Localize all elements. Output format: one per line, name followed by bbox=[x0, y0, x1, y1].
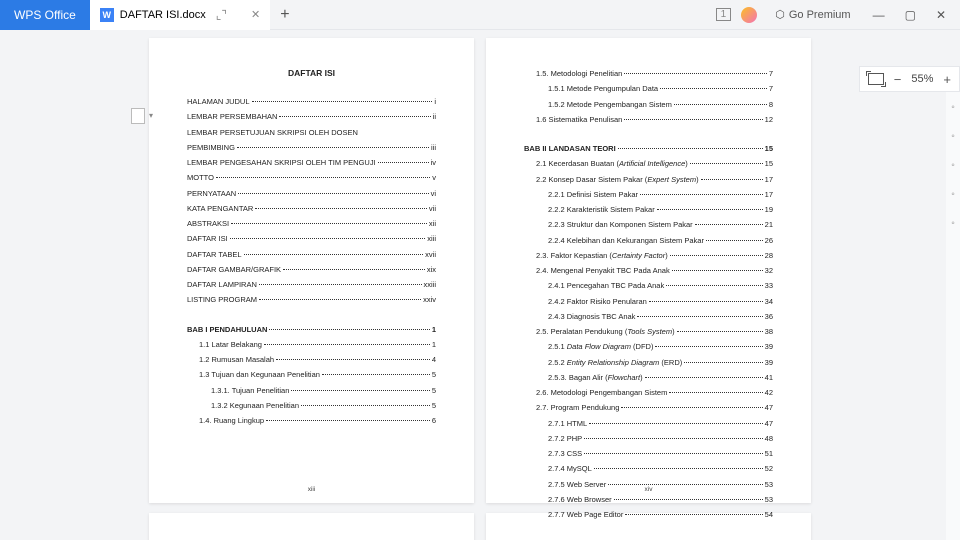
tab-wps-home[interactable]: WPS Office bbox=[0, 0, 90, 30]
toc-line: LEMBAR PERSEMBAHANii bbox=[187, 111, 436, 122]
page-xv-stub bbox=[149, 513, 474, 540]
toc-bab1-items: 1.1 Latar Belakang1 1.2 Rumusan Masalah4 1… bbox=[187, 339, 436, 427]
page-outline-icon[interactable] bbox=[131, 108, 145, 124]
toc-line: 1.3.1. Tujuan Penelitian5 bbox=[187, 385, 436, 396]
toc-line: 2.4.2 Faktor Risiko Penularan34 bbox=[524, 296, 773, 307]
toc-line: 2.2.2 Karakteristik Sistem Pakar19 bbox=[524, 204, 773, 215]
page-xiv: 1.5. Metodologi Penelitian7 1.5.1 Metode … bbox=[486, 38, 811, 503]
toc-line: PERNYATAANvi bbox=[187, 188, 436, 199]
toc-line: 2.5. Peralatan Pendukung (Tools System)3… bbox=[524, 326, 773, 337]
page-number: xiii bbox=[149, 486, 474, 493]
toc-line: 2.2.1 Definisi Sistem Pakar17 bbox=[524, 189, 773, 200]
crown-icon: ⬡ bbox=[775, 8, 785, 21]
toc-line: 1.4. Ruang Lingkup6 bbox=[187, 415, 436, 426]
toc-top-continue: 1.5. Metodologi Penelitian7 1.5.1 Metode … bbox=[524, 68, 773, 125]
toc-front-matter: HALAMAN JUDULi LEMBAR PERSEMBAHANii LEMBAR… bbox=[187, 96, 436, 306]
toc-bab2-head: BAB II LANDASAN TEORI15 bbox=[524, 143, 773, 154]
toc-line: 2.2 Konsep Dasar Sistem Pakar (Expert Sy… bbox=[524, 174, 773, 185]
toc-line: DAFTAR TABELxvii bbox=[187, 249, 436, 260]
comment-icon[interactable]: ⌞⌝ bbox=[216, 8, 227, 22]
toc-bab1-head: BAB I PENDAHULUAN1 bbox=[187, 324, 436, 335]
toc-line: 2.7.3 CSS51 bbox=[524, 448, 773, 459]
new-tab-button[interactable]: + bbox=[270, 6, 299, 24]
sidetool-3[interactable]: ◦ bbox=[951, 160, 955, 171]
toc-line: 2.5.3. Bagan Alir (Flowchart)41 bbox=[524, 372, 773, 383]
sidetool-1[interactable]: ◦ bbox=[951, 102, 955, 113]
toc-line: 2.4.1 Pencegahan TBC Pada Anak33 bbox=[524, 280, 773, 291]
toc-line: 1.5.1 Metode Pengumpulan Data7 bbox=[524, 83, 773, 94]
page-xiii: DAFTAR ISI HALAMAN JUDULi LEMBAR PERSEMBA… bbox=[149, 38, 474, 503]
titlebar: WPS Office W DAFTAR ISI.docx ⌞⌝ ✕ + 1 ⬡ … bbox=[0, 0, 960, 30]
close-window-button[interactable]: ✕ bbox=[932, 6, 950, 24]
tab-document[interactable]: W DAFTAR ISI.docx ⌞⌝ ✕ bbox=[90, 0, 270, 30]
toc-line: 2.7.1 HTML47 bbox=[524, 418, 773, 429]
toc-title: DAFTAR ISI bbox=[187, 68, 436, 78]
toc-line: PEMBIMBINGiii bbox=[187, 142, 436, 153]
toc-bab2-items: 2.1 Kecerdasan Buatan (Artificial Intell… bbox=[524, 158, 773, 520]
toc-line: MOTTOv bbox=[187, 172, 436, 183]
toc-line: 2.5.1 Data Flow Diagram (DFD)39 bbox=[524, 341, 773, 352]
toc-line: ABSTRAKSIxii bbox=[187, 218, 436, 229]
sidetool-5[interactable]: ◦ bbox=[951, 218, 955, 229]
toc-line: DAFTAR ISIxiii bbox=[187, 233, 436, 244]
zoom-in-button[interactable]: + bbox=[943, 72, 951, 87]
toc-line: HALAMAN JUDULi bbox=[187, 96, 436, 107]
toc-line: 2.2.3 Struktur dan Komponen Sistem Pakar… bbox=[524, 219, 773, 230]
toc-line: 2.7. Program Pendukung47 bbox=[524, 402, 773, 413]
toc-line: KATA PENGANTARvii bbox=[187, 203, 436, 214]
sidetool-4[interactable]: ◦ bbox=[951, 189, 955, 200]
toc-line: 1.2 Rumusan Masalah4 bbox=[187, 354, 436, 365]
sidetool-2[interactable]: ◦ bbox=[951, 131, 955, 142]
go-premium-button[interactable]: ⬡ Go Premium bbox=[767, 5, 858, 24]
maximize-button[interactable]: ▢ bbox=[901, 6, 920, 24]
toc-line: 1.3.2 Kegunaan Penelitian5 bbox=[187, 400, 436, 411]
toc-line: 2.7.6 Web Browser53 bbox=[524, 494, 773, 505]
toc-line: LEMBAR PERSETUJUAN SKRIPSI OLEH DOSEN bbox=[187, 127, 436, 138]
toc-line: 2.1 Kecerdasan Buatan (Artificial Intell… bbox=[524, 158, 773, 169]
page-number: xiv bbox=[486, 486, 811, 493]
notification-badge[interactable]: 1 bbox=[716, 8, 732, 21]
toc-line: 2.3. Faktor Kepastian (Certainty Factor)… bbox=[524, 250, 773, 261]
toc-line: 1.6 Sistematika Penulisan12 bbox=[524, 114, 773, 125]
user-avatar[interactable] bbox=[741, 7, 757, 23]
toc-line: 2.5.2 Entity Relationship Diagram (ERD)3… bbox=[524, 357, 773, 368]
toc-line: 2.4.3 Diagnosis TBC Anak36 bbox=[524, 311, 773, 322]
toc-line: 1.5. Metodologi Penelitian7 bbox=[524, 68, 773, 79]
document-viewport: − 55% + ◦ ◦ ◦ ◦ ◦ DAFTAR ISI HALAMAN JUD… bbox=[0, 30, 960, 540]
toc-line: DAFTAR GAMBAR/GRAFIKxix bbox=[187, 264, 436, 275]
zoom-out-button[interactable]: − bbox=[894, 72, 902, 87]
toc-line: 1.3 Tujuan dan Kegunaan Penelitian5 bbox=[187, 369, 436, 380]
toc-line: DAFTAR LAMPIRANxxiii bbox=[187, 279, 436, 290]
toc-line: LISTING PROGRAMxxiv bbox=[187, 294, 436, 305]
toc-line: 2.2.4 Kelebihan dan Kekurangan Sistem Pa… bbox=[524, 235, 773, 246]
toc-line: 2.7.7 Web Page Editor54 bbox=[524, 509, 773, 520]
toc-line: 1.5.2 Metode Pengembangan Sistem8 bbox=[524, 99, 773, 110]
right-sidetools: ◦ ◦ ◦ ◦ ◦ bbox=[946, 92, 960, 540]
toc-line: 2.7.2 PHP48 bbox=[524, 433, 773, 444]
zoom-value: 55% bbox=[911, 73, 933, 85]
toc-line: 1.1 Latar Belakang1 bbox=[187, 339, 436, 350]
tab-doc-title: DAFTAR ISI.docx bbox=[120, 9, 206, 21]
premium-label: Go Premium bbox=[789, 9, 851, 21]
zoom-toolbar: − 55% + bbox=[859, 66, 960, 92]
toc-line: 2.4. Mengenal Penyakit TBC Pada Anak32 bbox=[524, 265, 773, 276]
close-tab-button[interactable]: ✕ bbox=[251, 8, 260, 21]
toc-line: LEMBAR PENGESAHAN SKRIPSI OLEH TIM PENGU… bbox=[187, 157, 436, 168]
word-doc-icon: W bbox=[100, 8, 114, 22]
fit-page-icon[interactable] bbox=[868, 73, 884, 85]
toc-line: 2.7.4 MySQL52 bbox=[524, 463, 773, 474]
minimize-button[interactable]: — bbox=[869, 6, 889, 24]
toc-line: 2.6. Metodologi Pengembangan Sistem42 bbox=[524, 387, 773, 398]
